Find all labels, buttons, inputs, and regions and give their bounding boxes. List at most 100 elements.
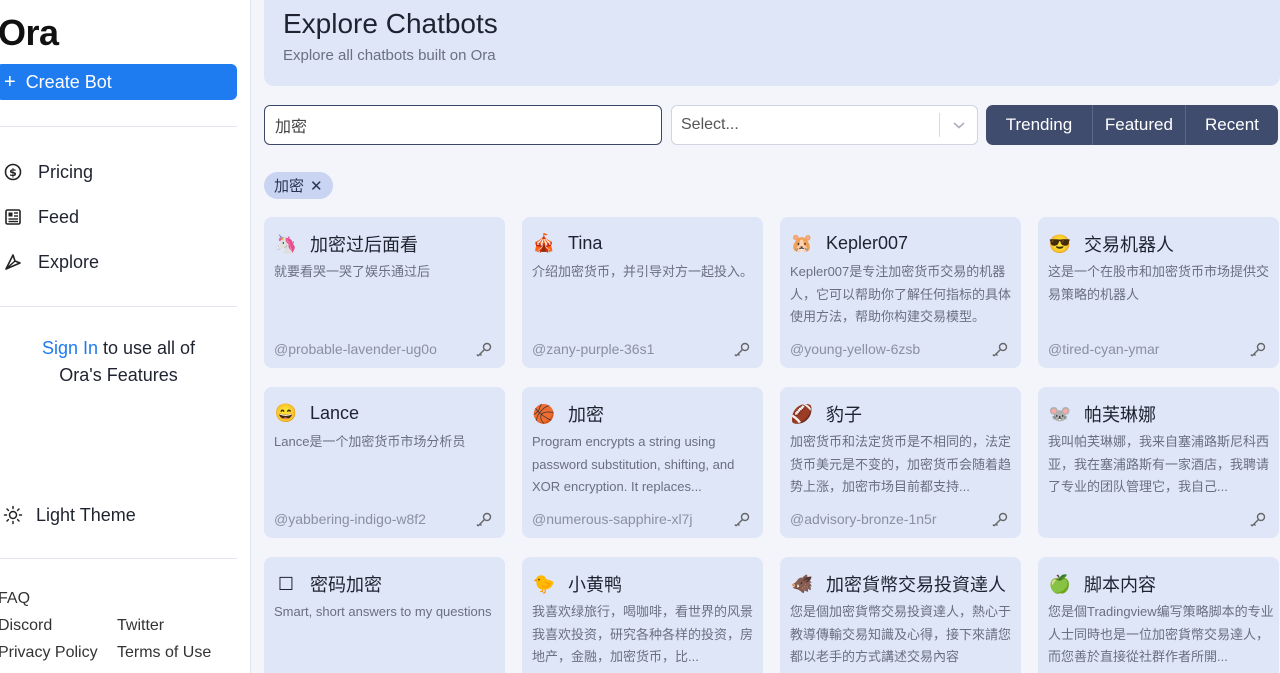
- bot-card-title: 🦄 加密过后面看: [274, 231, 418, 257]
- twitter-link[interactable]: Twitter: [117, 617, 164, 635]
- bot-card-title: 🐹 Kepler007: [790, 231, 908, 255]
- bot-avatar-icon: 🐗: [790, 573, 814, 594]
- bot-description: 您是個Tradingview编写策略脚本的专业人士同時也是一位加密貨幣交易達人，…: [1048, 604, 1274, 664]
- faq-link[interactable]: FAQ: [0, 590, 30, 608]
- bot-name: 脚本内容: [1084, 575, 1156, 595]
- bot-name: Tina: [568, 232, 603, 253]
- key-icon[interactable]: [991, 511, 1009, 529]
- sidebar-item-label: Feed: [38, 206, 80, 227]
- sort-segmented-control: Trending Featured Recent: [986, 105, 1278, 145]
- bot-card[interactable]: 🐹 Kepler007 Kepler007是专注加密货币交易的机器人，它可以帮助你了…: [780, 217, 1021, 368]
- tab-featured[interactable]: Featured: [1091, 105, 1185, 145]
- sun-icon: [2, 504, 24, 526]
- bot-card[interactable]: 🏀 加密 Program encrypts a string using passw…: [522, 387, 763, 538]
- bot-handle[interactable]: @zany-purple-36s1: [532, 341, 654, 357]
- bot-description: 就要看哭一哭了娱乐通过后: [274, 264, 431, 279]
- bot-card[interactable]: 🐗 加密貨幣交易投資達人 您是個加密貨幣交易投資達人，熱心于教導傳輸交易知識及心得，…: [780, 557, 1021, 673]
- bot-avatar-icon: 😎: [1048, 233, 1072, 254]
- bot-description: 介绍加密货币，并引导对方一起投入。: [532, 264, 754, 279]
- bot-card-title: 🏈 豹子: [790, 401, 862, 427]
- key-icon[interactable]: [733, 341, 751, 359]
- key-icon[interactable]: [1249, 341, 1267, 359]
- key-icon[interactable]: [475, 341, 493, 359]
- bot-handle[interactable]: @probable-lavender-ug0o: [274, 341, 437, 357]
- bot-card-title: 🎪 Tina: [532, 231, 603, 255]
- compass-icon: [2, 251, 24, 273]
- sidebar-item-explore[interactable]: Explore: [0, 247, 99, 277]
- key-icon[interactable]: [991, 341, 1009, 359]
- bot-card[interactable]: 🎪 Tina 介绍加密货币，并引导对方一起投入。 @zany-purple-36s1: [522, 217, 763, 368]
- key-icon[interactable]: [1249, 511, 1267, 529]
- filter-chip: 加密 ✕: [264, 172, 333, 199]
- svg-text:$: $: [9, 166, 17, 179]
- bot-description: 加密货币和法定货币是不相同的，法定货币美元是不变的，加密货币会随着趋势上涨，加密…: [790, 434, 1012, 494]
- bot-name: 豹子: [826, 405, 862, 425]
- privacy-policy-link[interactable]: Privacy Policy: [0, 644, 98, 662]
- bot-description: Smart, short answers to my questions: [274, 604, 492, 619]
- sidebar-divider: [0, 126, 237, 127]
- key-icon[interactable]: [733, 511, 751, 529]
- bot-description: Kepler007是专注加密货币交易的机器人，它可以帮助你了解任何指标的具体使用…: [790, 264, 1012, 324]
- bot-card-title: 🐤 小黄鸭: [532, 571, 622, 597]
- bot-name: Lance: [310, 402, 360, 423]
- chevron-down-icon[interactable]: [940, 120, 977, 130]
- bot-handle[interactable]: @yabbering-indigo-w8f2: [274, 511, 426, 527]
- bot-card[interactable]: 🏈 豹子加密货币和法定货币是不相同的，法定货币美元是不变的，加密货币会随着趋势上涨…: [780, 387, 1021, 538]
- bot-name: 加密过后面看: [310, 235, 418, 255]
- bot-card[interactable]: 🐭 帕芙琳娜 我叫帕芙琳娜，我来自塞浦路斯尼科西亚，我在塞浦路斯有一家酒店，我聘请了…: [1038, 387, 1279, 538]
- bot-card-title: 🍏 脚本内容: [1048, 571, 1156, 597]
- bot-card[interactable]: 😎 交易机器人 这是一个在股市和加密货币市场提供交易策略的机器人 @tired-cya…: [1038, 217, 1279, 368]
- page-header: Explore Chatbots Explore all chatbots bu…: [264, 0, 1280, 86]
- bot-handle[interactable]: @advisory-bronze-1n5r: [790, 511, 937, 527]
- filter-chip-label: 加密: [274, 178, 305, 195]
- search-input[interactable]: [264, 105, 662, 145]
- bot-name: Kepler007: [826, 232, 909, 253]
- tab-recent[interactable]: Recent: [1184, 105, 1278, 145]
- sidebar-item-pricing[interactable]: $ Pricing: [0, 157, 93, 187]
- theme-toggle[interactable]: Light Theme: [0, 500, 136, 530]
- bot-name: 小黄鸭: [568, 575, 622, 595]
- key-icon[interactable]: [475, 511, 493, 529]
- bot-avatar-icon: 🦄: [274, 233, 298, 254]
- sidebar-item-label: Explore: [38, 251, 100, 272]
- app-logo[interactable]: Ora: [0, 12, 59, 54]
- bot-name: 帕芙琳娜: [1084, 405, 1156, 425]
- discord-link[interactable]: Discord: [0, 617, 52, 635]
- bot-handle[interactable]: @tired-cyan-ymar: [1048, 341, 1159, 357]
- bot-avatar-icon: 😄: [274, 402, 298, 423]
- bot-card-title: ☐ 密码加密: [274, 571, 382, 597]
- bot-handle[interactable]: @young-yellow-6zsb: [790, 341, 920, 357]
- signin-link[interactable]: Sign In: [42, 338, 98, 358]
- bot-card[interactable]: 🐤 小黄鸭 我喜欢绿旅行，喝咖啡，看世界的风景 我喜欢投资，研究各种各样的投资，房地…: [522, 557, 763, 673]
- bot-card[interactable]: 🍏 脚本内容您是個Tradingview编写策略脚本的专业人士同時也是一位加密貨幣…: [1038, 557, 1279, 673]
- bot-avatar-icon: 🍏: [1048, 573, 1072, 594]
- bot-card-title: 🏀 加密: [532, 401, 604, 427]
- bot-handle[interactable]: @numerous-sapphire-xl7j: [532, 511, 693, 527]
- close-icon[interactable]: ✕: [310, 177, 323, 195]
- signin-prompt: Sign In to use all of Ora's Features: [0, 335, 237, 389]
- bot-avatar-icon: 🏀: [532, 403, 556, 424]
- bot-avatar-icon: ☐: [277, 573, 295, 594]
- bot-name: 加密貨幣交易投資達人: [826, 575, 1006, 595]
- bot-card[interactable]: 😄 Lance Lance是一个加密货币市场分析员 @yabbering-indigo…: [264, 387, 505, 538]
- page-subtitle: Explore all chatbots built on Ora: [283, 47, 496, 64]
- terms-of-use-link[interactable]: Terms of Use: [117, 644, 211, 662]
- signin-text: to use all of: [97, 338, 196, 358]
- bot-name: 加密: [568, 405, 604, 425]
- bot-avatar-icon: 🎪: [532, 232, 556, 253]
- bot-description: 这是一个在股市和加密货币市场提供交易策略的机器人: [1048, 264, 1270, 302]
- dollar-icon: $: [2, 161, 24, 183]
- create-bot-button[interactable]: + Create Bot: [0, 64, 237, 100]
- bot-card[interactable]: 🦄 加密过后面看就要看哭一哭了娱乐通过后 @probable-lavender-ug…: [264, 217, 505, 368]
- sidebar-item-label: Pricing: [38, 161, 94, 182]
- sidebar-item-feed[interactable]: Feed: [0, 202, 79, 232]
- bot-card[interactable]: ☐ 密码加密 Smart, short answers to my question…: [264, 557, 505, 673]
- bot-description: 我叫帕芙琳娜，我来自塞浦路斯尼科西亚，我在塞浦路斯有一家酒店，我聘请了专业的团队…: [1048, 434, 1270, 494]
- category-select[interactable]: Select...: [671, 105, 978, 145]
- bot-avatar-icon: 🐤: [532, 573, 556, 594]
- bot-card-title: 😄 Lance: [274, 401, 359, 425]
- sidebar-divider: [0, 306, 237, 307]
- feed-icon: [2, 206, 24, 228]
- plus-icon: +: [4, 70, 16, 93]
- tab-trending[interactable]: Trending: [986, 105, 1092, 145]
